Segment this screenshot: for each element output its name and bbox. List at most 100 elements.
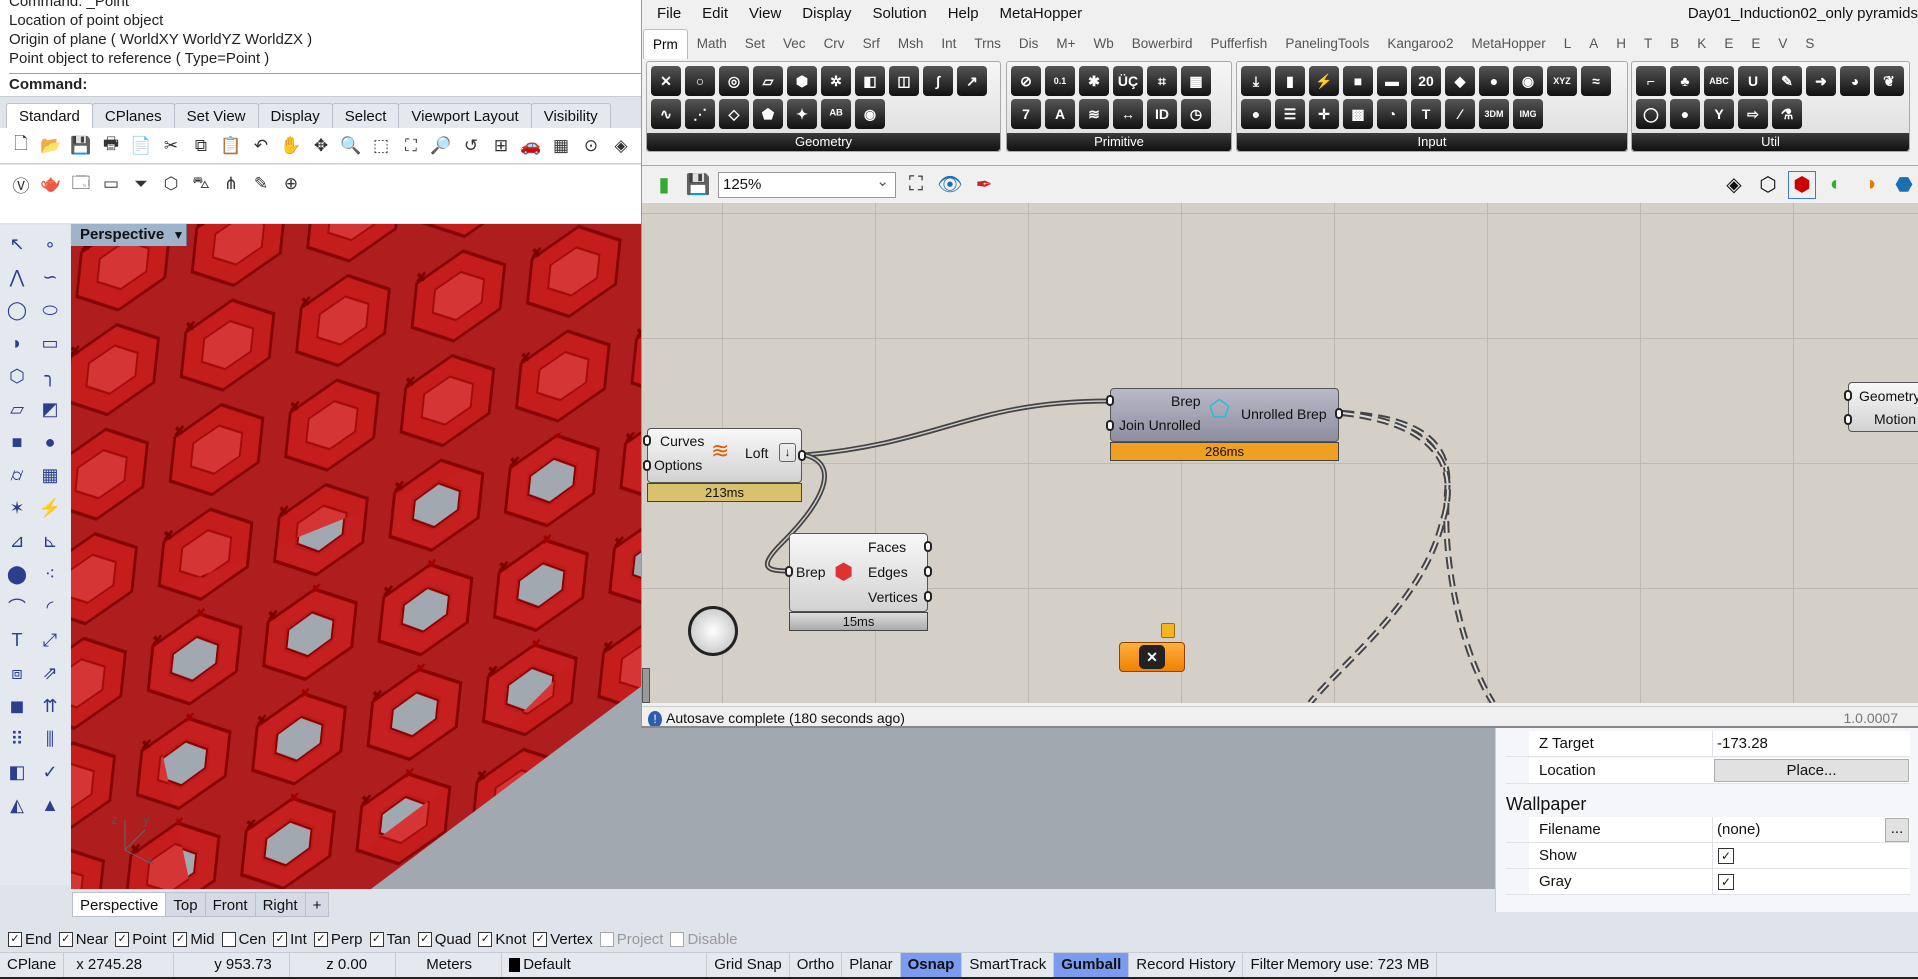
menu-help[interactable]: Help	[948, 0, 979, 27]
gh-tab-kangaroo2[interactable]: Kangaroo2	[1378, 29, 1462, 59]
grass-icon[interactable]: ⋔	[218, 171, 244, 197]
osnap-checkbox[interactable]: ✓	[478, 931, 493, 947]
shapes-icon[interactable]: ◭	[2, 792, 32, 818]
osnap-checkbox[interactable]: ✓	[273, 931, 288, 947]
gh-tab-e[interactable]: E	[1742, 29, 1769, 59]
gh-tab-srf[interactable]: Srf	[854, 29, 889, 59]
outline-arrow-icon[interactable]: ⇨	[1738, 99, 1768, 129]
curve-offset-icon[interactable]: ⌒	[2, 594, 32, 620]
gh-tab-m[interactable]: M+	[1047, 29, 1084, 59]
sketch-pen-icon[interactable]: ✒	[970, 171, 998, 199]
funnel-icon[interactable]: ⏷	[128, 171, 154, 197]
x-param-icon[interactable]: ✕	[651, 66, 681, 96]
eye-icon[interactable]: ◕	[1840, 66, 1870, 96]
port-curves[interactable]	[643, 435, 651, 446]
osnap-int[interactable]: ✓ Int	[273, 931, 307, 948]
four-viewports-icon[interactable]: ⊞	[488, 133, 514, 159]
warning-balloon-icon[interactable]	[1161, 623, 1175, 638]
gh-tab-wb[interactable]: Wb	[1085, 29, 1123, 59]
osnap-vertex[interactable]: ✓ Vertex	[533, 931, 593, 948]
md-slider-icon[interactable]: ✛	[1309, 99, 1339, 129]
zoom-extents-icon[interactable]: ⛶	[902, 171, 930, 199]
tab-cplanes[interactable]: CPlanes	[91, 103, 175, 128]
preview-eye-icon[interactable]: 👁	[936, 171, 964, 199]
gh-tab-s[interactable]: S	[1796, 29, 1823, 59]
smarttrack-toggle[interactable]: SmartTrack	[962, 953, 1055, 977]
culture-param-icon[interactable]: ÜÇ	[1113, 66, 1143, 96]
cut-icon[interactable]: ✂	[158, 133, 184, 159]
zoom-extents-icon[interactable]: ⛶	[398, 133, 424, 159]
unroll-brep-component[interactable]: Brep Join Unrolled ⬠ Unrolled Brep	[1106, 388, 1343, 442]
glasses-icon[interactable]: ⌐	[1636, 66, 1666, 96]
camera-icon[interactable]: ◉	[1513, 66, 1543, 96]
graph-mapper-icon[interactable]: ≈	[1581, 66, 1611, 96]
gh-tab-dis[interactable]: Dis	[1010, 29, 1048, 59]
preview-wire-icon[interactable]: ◈	[1720, 171, 1748, 199]
rectangle-icon[interactable]: ▭	[35, 330, 65, 356]
fillet-curve-icon[interactable]: ╮	[35, 363, 65, 389]
surface-pts-icon[interactable]: ▱	[2, 396, 32, 422]
zoom-window-icon[interactable]: ⬚	[368, 133, 394, 159]
gh-tab-bowerbird[interactable]: Bowerbird	[1123, 29, 1202, 59]
clock-icon[interactable]: ◔	[1377, 99, 1407, 129]
car-window-icon[interactable]: ⛍	[188, 171, 214, 197]
flask-icon[interactable]: ⚗	[1772, 99, 1802, 129]
pyramid-light-icon[interactable]: ▲	[35, 792, 65, 818]
car-icon[interactable]: 🚗	[518, 133, 544, 159]
fire-icon[interactable]: ⚡	[35, 495, 65, 521]
port-vertices[interactable]	[924, 591, 932, 602]
gh-tab-int[interactable]: Int	[932, 29, 965, 59]
osnap-checkbox[interactable]: ✓	[58, 931, 73, 947]
gray-checkbox[interactable]: ✓	[1718, 874, 1734, 890]
new-file-icon[interactable]: 🗋	[8, 133, 34, 159]
port-brep[interactable]	[1106, 395, 1114, 406]
render-window-icon[interactable]: 🗔	[68, 171, 94, 197]
canvas-scroll-handle[interactable]	[642, 668, 650, 703]
split-icon[interactable]: ⊿	[2, 528, 32, 554]
osnap-checkbox[interactable]	[599, 931, 614, 947]
surface-param-icon[interactable]: ◧	[855, 66, 885, 96]
check-icon[interactable]: ✓	[35, 759, 65, 785]
box-icon[interactable]: ■	[2, 429, 32, 455]
tree-icon[interactable]: ♣	[1670, 66, 1700, 96]
menu-metahopper[interactable]: MetaHopper	[1000, 0, 1083, 27]
port-faces[interactable]	[924, 541, 932, 552]
gh-tab-trns[interactable]: Trns	[965, 29, 1010, 59]
point-param-icon[interactable]: ⋰	[685, 99, 715, 129]
dots-icon[interactable]: ⁖	[35, 561, 65, 587]
port-brep[interactable]	[785, 566, 793, 577]
tab-standard[interactable]: Standard	[6, 103, 93, 128]
timer-component[interactable]	[688, 606, 738, 656]
group-label-util[interactable]: Util	[1632, 133, 1909, 151]
y-icon[interactable]: Y	[1704, 99, 1734, 129]
group-label-input[interactable]: Input	[1237, 133, 1627, 151]
abc-icon[interactable]: ABC	[1704, 66, 1734, 96]
tab-visibility[interactable]: Visibility	[530, 103, 611, 128]
osnap-point[interactable]: ✓ Point	[115, 931, 166, 948]
pencil-tag-icon[interactable]: ✎	[248, 171, 274, 197]
mesh-icon[interactable]: ▦	[35, 462, 65, 488]
gh-tab-b[interactable]: B	[1661, 29, 1688, 59]
gh-tab-set[interactable]: Set	[736, 29, 774, 59]
gh-canvas[interactable]: Curves Options ≋ Loft ↓ 213ms Brep Join …	[642, 203, 1918, 703]
trim-icon[interactable]: ⊾	[35, 528, 65, 554]
curve-graph-icon[interactable]: ∕	[1445, 99, 1475, 129]
osnap-checkbox[interactable]: ✓	[173, 931, 188, 947]
number-param-icon[interactable]: 0.1	[1045, 66, 1075, 96]
print-icon[interactable]: 🖶	[98, 133, 124, 159]
arrow-right-icon[interactable]: ➜	[1806, 66, 1836, 96]
brep-param-icon[interactable]: ⬢	[787, 66, 817, 96]
vector-param-icon[interactable]: ✱	[1079, 66, 1109, 96]
viewport-tab-top[interactable]: Top	[165, 892, 206, 917]
osnap-quad[interactable]: ✓ Quad	[417, 931, 471, 948]
value-list-icon[interactable]: ☰	[1275, 99, 1305, 129]
grid-array-icon[interactable]: ⠿	[2, 726, 32, 752]
filename-field[interactable]: (none)	[1712, 817, 1910, 842]
gh-tab-metahopper[interactable]: MetaHopper	[1462, 29, 1554, 59]
osnap-checkbox[interactable]: ✓	[8, 931, 22, 947]
box-light-icon[interactable]: ⬡	[158, 171, 184, 197]
osnap-knot[interactable]: ✓ Knot	[478, 931, 526, 948]
polyline-icon[interactable]: ⋀	[2, 264, 32, 290]
osnap-checkbox[interactable]: ✓	[115, 931, 130, 947]
rotate-view-icon[interactable]: ✥	[308, 133, 334, 159]
